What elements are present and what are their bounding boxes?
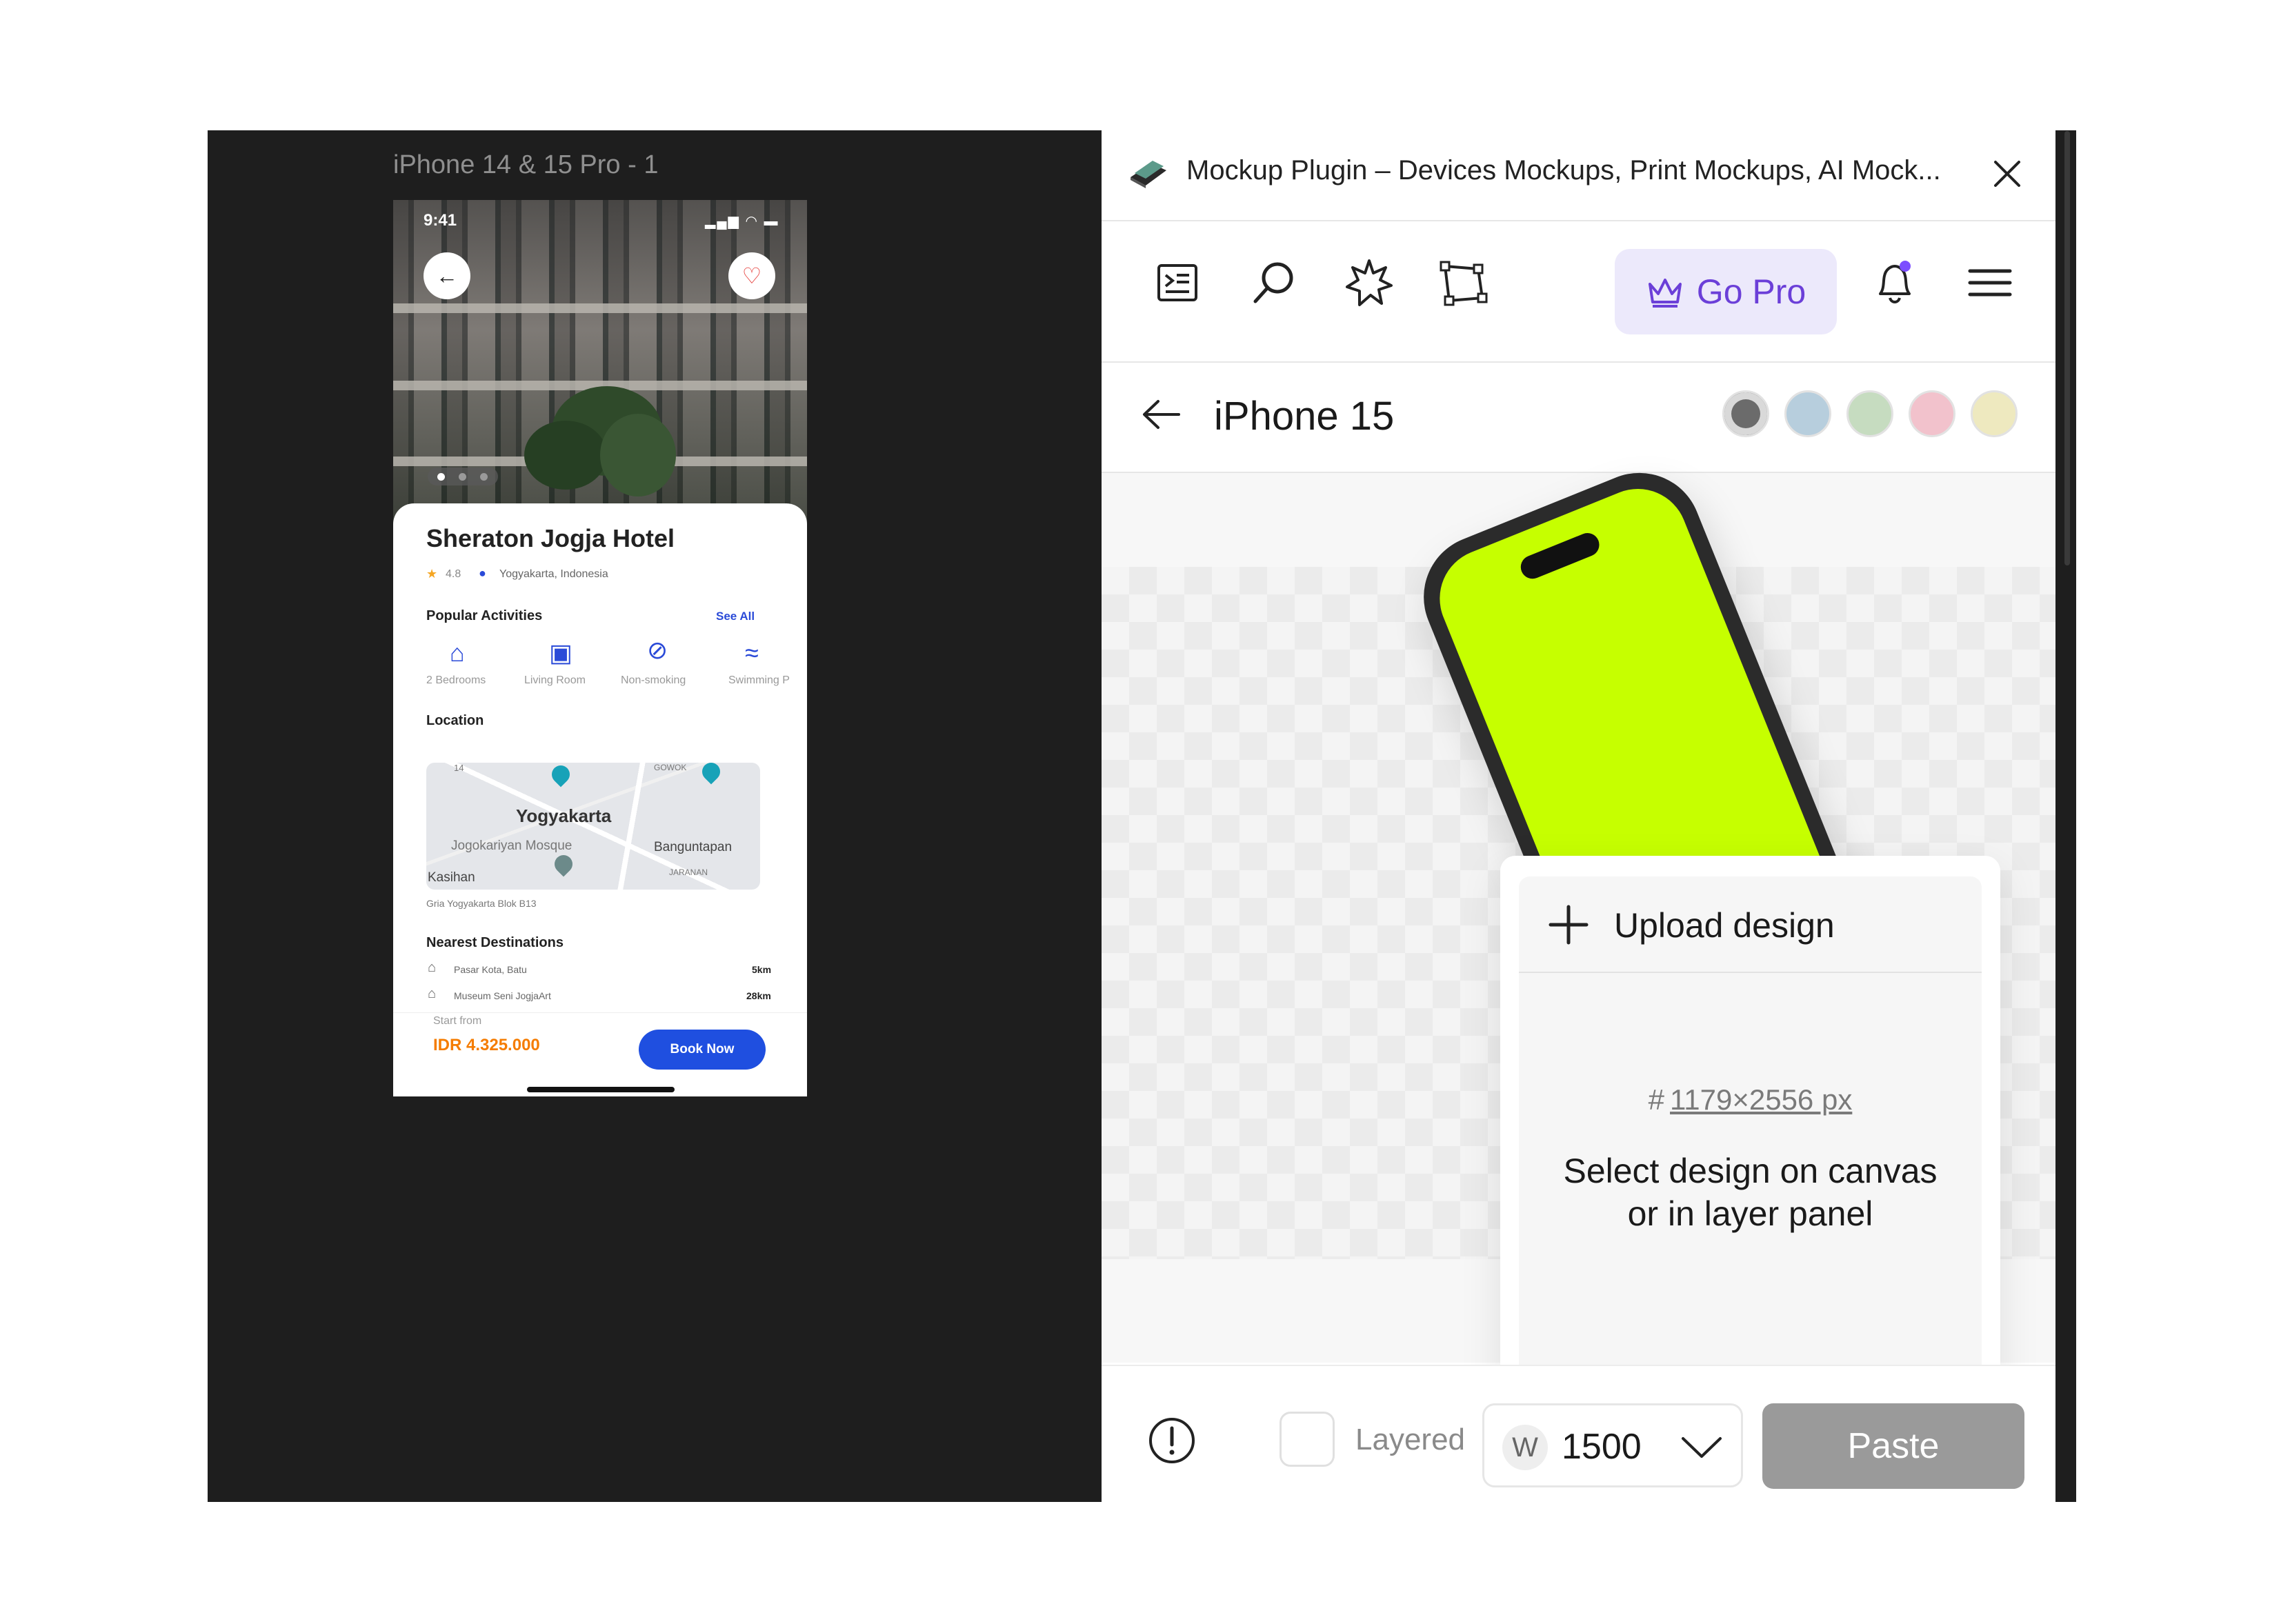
activity-label: Swimming P xyxy=(728,674,790,686)
search-tab[interactable] xyxy=(1246,255,1302,310)
hotel-name: Sheraton Jogja Hotel xyxy=(426,524,675,552)
destination-distance: 5km xyxy=(752,964,772,975)
paste-button[interactable]: Paste xyxy=(1762,1403,2024,1489)
perspective-icon xyxy=(1440,261,1488,306)
book-now-button[interactable]: Book Now xyxy=(639,1030,766,1070)
upload-design-label: Upload design xyxy=(1614,906,1835,945)
phone-frame[interactable]: 9:41 ▂▄▆ ◠ ▬ ← ♡ Sheraton Jogja Hotel ★ … xyxy=(393,200,807,1096)
plus-icon xyxy=(1549,905,1589,945)
bell-icon xyxy=(1879,261,1911,303)
bed-icon: ⌂ xyxy=(450,639,465,667)
hamburger-icon xyxy=(1968,269,2012,297)
info-icon[interactable] xyxy=(1147,1416,1197,1465)
upload-panel: Upload design #1179×2556 px Select desig… xyxy=(1519,876,1982,1378)
picture-icon: ▣ xyxy=(549,639,573,667)
menu-button[interactable] xyxy=(1962,255,2018,310)
upload-card: Upload design #1179×2556 px Select desig… xyxy=(1500,856,2000,1397)
close-icon[interactable] xyxy=(1991,158,2023,190)
notifications-button[interactable] xyxy=(1867,255,1922,310)
rating-value: 4.8 xyxy=(446,568,461,580)
transform-tab[interactable] xyxy=(1435,255,1491,310)
plugin-logo-icon xyxy=(1131,161,1166,188)
color-swatch-pink[interactable] xyxy=(1909,390,1955,437)
swimming-icon: ≈ xyxy=(745,639,759,667)
width-value: 1500 xyxy=(1562,1427,1642,1467)
heart-icon: ♡ xyxy=(741,263,762,288)
destination-name: Pasar Kota, Batu xyxy=(454,964,527,975)
layered-checkbox[interactable] xyxy=(1280,1412,1335,1467)
map-label: GOWOK xyxy=(654,763,687,772)
dynamic-island xyxy=(1517,529,1603,583)
activity-label: Living Room xyxy=(524,674,586,686)
design-dimension[interactable]: #1179×2556 px xyxy=(1519,1083,1982,1116)
map-label: JARANAN xyxy=(669,868,708,877)
color-swatch-green[interactable] xyxy=(1846,390,1893,437)
mockup-preview: Upload design #1179×2556 px Select desig… xyxy=(1102,454,2055,1481)
plugin-toolbar: Go Pro xyxy=(1102,221,2055,363)
location-title: Location xyxy=(426,713,484,728)
layout-icon xyxy=(1157,264,1197,301)
frame-icon: # xyxy=(1648,1083,1665,1116)
arrow-left-icon: ← xyxy=(436,263,458,288)
map-pin-icon xyxy=(698,763,724,785)
back-button[interactable]: ← xyxy=(424,252,470,299)
nearest-destinations-title: Nearest Destinations xyxy=(426,935,564,950)
address-text: Gria Yogyakarta Blok B13 xyxy=(426,898,537,909)
museum-icon: ⌂ xyxy=(428,986,437,1001)
map-pin-icon xyxy=(550,851,577,877)
price-text: IDR 4.325.000 xyxy=(433,1036,540,1054)
ai-tab[interactable] xyxy=(1342,255,1397,310)
hotel-location: Yogyakarta, Indonesia xyxy=(499,568,608,580)
destination-name: Museum Seni JogjaArt xyxy=(454,990,551,1001)
sparkle-icon xyxy=(1346,259,1393,306)
layered-label: Layered xyxy=(1355,1423,1466,1456)
chevron-down-icon xyxy=(1682,1437,1722,1458)
activity-label: 2 Bedrooms xyxy=(426,674,486,686)
select-design-hint: Select design on canvas or in layer pane… xyxy=(1563,1152,1938,1233)
frame-label[interactable]: iPhone 14 & 15 Pro - 1 xyxy=(393,150,658,180)
popular-activities-title: Popular Activities xyxy=(426,608,543,623)
activity-label: Non-smoking xyxy=(621,674,686,686)
device-title: iPhone 15 xyxy=(1214,394,1395,439)
color-swatch-graphite[interactable] xyxy=(1722,390,1769,437)
no-smoking-icon: ⊘ xyxy=(647,636,668,664)
plugin-footer: Layered W 1500 Paste xyxy=(1102,1365,2055,1502)
status-time: 9:41 xyxy=(424,211,457,230)
arrow-left-icon[interactable] xyxy=(1142,399,1182,430)
favorite-button[interactable]: ♡ xyxy=(728,252,775,299)
width-badge: W xyxy=(1502,1425,1548,1470)
search-icon xyxy=(1253,262,1293,303)
status-icons: ▂▄▆ ◠ ▬ xyxy=(705,214,779,229)
map-label: Kasihan xyxy=(428,870,475,885)
plugin-window: Mockup Plugin – Devices Mockups, Print M… xyxy=(1102,130,2055,1502)
map-label: Jogokariyan Mosque xyxy=(451,839,573,853)
destination-distance: 28km xyxy=(746,990,771,1001)
home-indicator xyxy=(527,1087,675,1092)
plugin-titlebar: Mockup Plugin – Devices Mockups, Print M… xyxy=(1102,130,2055,221)
device-header: iPhone 15 xyxy=(1102,363,2055,473)
color-swatch-yellow[interactable] xyxy=(1971,390,2018,437)
go-pro-button[interactable]: Go Pro xyxy=(1615,249,1837,334)
image-pager xyxy=(428,468,498,485)
star-icon: ★ xyxy=(426,567,438,581)
location-pin-icon: ● xyxy=(479,566,486,580)
scrollbar[interactable] xyxy=(2064,131,2070,565)
color-swatch-blue[interactable] xyxy=(1784,390,1831,437)
crown-icon xyxy=(1648,279,1682,308)
go-pro-label: Go Pro xyxy=(1696,272,1806,311)
map-route-label: 14 xyxy=(454,763,464,773)
location-map[interactable]: Yogyakarta Jogokariyan Mosque Banguntapa… xyxy=(426,763,760,890)
map-city-label: Yogyakarta xyxy=(516,805,612,826)
width-select[interactable]: W 1500 xyxy=(1482,1403,1743,1487)
map-pin-icon xyxy=(548,763,574,788)
upload-design-button[interactable]: Upload design xyxy=(1519,876,1982,973)
start-from-label: Start from xyxy=(433,1015,482,1027)
see-all-link[interactable]: See All xyxy=(716,610,755,623)
market-icon: ⌂ xyxy=(428,960,437,975)
map-label: Banguntapan xyxy=(654,840,733,854)
mockups-tab[interactable] xyxy=(1150,255,1205,310)
dimension-label: 1179×2556 px xyxy=(1670,1083,1853,1116)
plugin-title: Mockup Plugin – Devices Mockups, Print M… xyxy=(1186,155,1941,186)
